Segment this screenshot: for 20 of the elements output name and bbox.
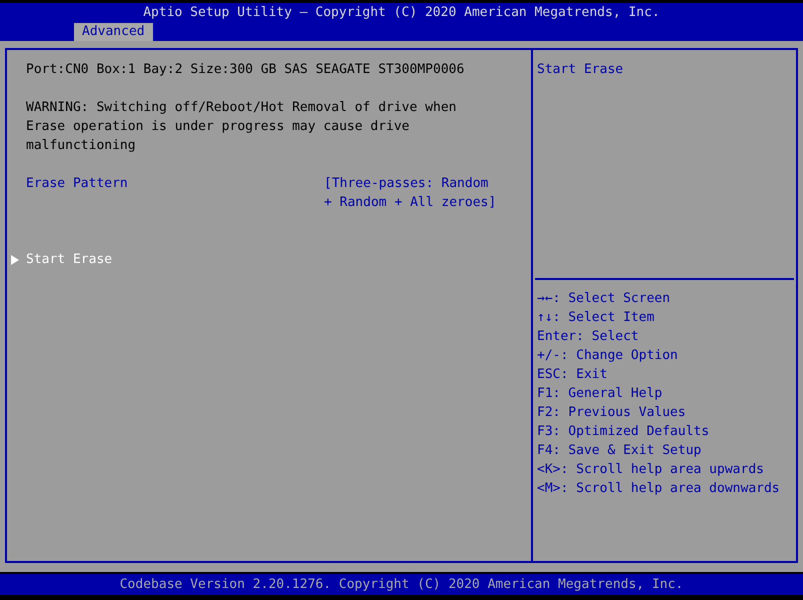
key-hint: F3: Optimized Defaults <box>537 423 710 441</box>
key-hint: →←: Select Screen <box>537 290 672 308</box>
setting-label[interactable]: Erase Pattern <box>26 174 324 193</box>
setting-value[interactable]: [Three-passes: Random + Random + All zeroes] <box>324 174 496 212</box>
key-hint: Enter: Select <box>537 328 640 346</box>
key-hint: <M>: Scroll help area downwards <box>537 480 781 498</box>
key-hint: +/-: Change Option <box>537 347 679 365</box>
key-hint: F2: Previous Values <box>537 404 687 422</box>
key-hint: ↑↓: Select Item <box>537 309 656 327</box>
help-text: Start Erase <box>536 61 624 79</box>
info-text: Port:CN0 Box:1 Bay:2 Size:300 GB SAS SEAGATE ST300MP0006 <box>26 61 466 79</box>
key-hint: F1: General Help <box>537 385 664 403</box>
footer-text: Codebase Version 2.20.1276. Copyright (C) 2020 American Megatrends, Inc. <box>120 576 684 594</box>
key-hint: ESC: Exit <box>537 366 608 384</box>
tab[interactable]: Advanced <box>74 23 153 41</box>
key-hint: F4: Save & Exit Setup <box>537 442 702 460</box>
info-text: WARNING: Switching off/Reboot/Hot Removal of drive when Erase operation is under progress may cause drive malfunctioning <box>26 99 458 155</box>
window-title: Aptio Setup Utility – Copyright (C) 2020 American Megatrends, Inc. <box>143 4 660 22</box>
menu-item[interactable]: Start Erase <box>26 250 112 269</box>
key-hint: <K>: Scroll help area upwards <box>537 461 765 479</box>
